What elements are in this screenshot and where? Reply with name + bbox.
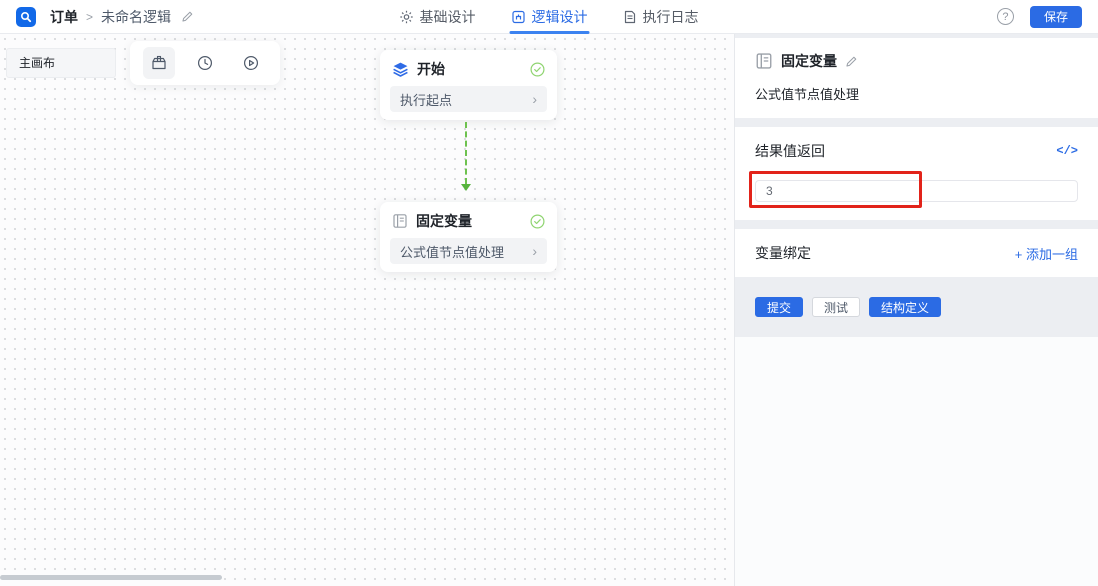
node-item-formula-value[interactable]: 公式值节点值处理 › bbox=[390, 238, 547, 264]
edit-node-name-icon[interactable] bbox=[845, 55, 858, 68]
arrow-down-icon bbox=[461, 184, 471, 191]
result-value-input[interactable] bbox=[755, 180, 1078, 202]
panel-subtitle: 公式值节点值处理 bbox=[755, 84, 1078, 103]
panel-title: 固定变量 bbox=[781, 51, 837, 71]
breadcrumb-separator: > bbox=[86, 10, 93, 24]
layers-icon bbox=[392, 61, 409, 78]
save-button[interactable]: 保存 bbox=[1030, 6, 1082, 28]
chevron-right-icon: › bbox=[532, 91, 537, 107]
top-bar: 订单 > 未命名逻辑 bbox=[0, 0, 1098, 34]
design-tabs: 基础设计 逻辑设计 执行日志 bbox=[400, 0, 699, 34]
tab-label: 基础设计 bbox=[420, 7, 476, 27]
variable-binding-card: 变量绑定 + 添加一组 bbox=[735, 229, 1098, 277]
result-value-card: 结果值返回 </> bbox=[735, 127, 1098, 220]
test-button[interactable]: 测试 bbox=[812, 297, 860, 317]
flow-canvas[interactable]: 主画布 bbox=[0, 34, 734, 586]
tab-basic-design[interactable]: 基础设计 bbox=[400, 0, 476, 34]
app-logo-icon[interactable] bbox=[16, 7, 36, 27]
run-button[interactable] bbox=[235, 47, 267, 79]
brand: 订单 > 未命名逻辑 bbox=[16, 7, 194, 27]
gear-icon bbox=[400, 10, 414, 24]
logic-design-icon bbox=[512, 10, 526, 24]
panel-empty-area bbox=[735, 337, 1098, 586]
canvas-toolbar bbox=[130, 41, 280, 85]
node-start[interactable]: 开始 执行起点 › bbox=[380, 50, 557, 120]
breadcrumb-root[interactable]: 订单 bbox=[50, 7, 78, 27]
connector-line bbox=[465, 122, 467, 184]
tab-logic-design[interactable]: 逻辑设计 bbox=[512, 0, 588, 34]
panel-header-card: 固定变量 公式值节点值处理 bbox=[735, 38, 1098, 118]
play-icon bbox=[242, 54, 260, 72]
panel-actions: 提交 测试 结构定义 bbox=[735, 277, 1098, 337]
flow-connector bbox=[465, 122, 467, 192]
code-icon[interactable]: </> bbox=[1056, 144, 1078, 158]
node-item-label: 公式值节点值处理 bbox=[400, 242, 504, 261]
node-title: 固定变量 bbox=[416, 211, 522, 231]
tab-label: 逻辑设计 bbox=[532, 7, 588, 27]
check-circle-icon bbox=[530, 62, 545, 77]
panel-gap bbox=[735, 118, 1098, 127]
package-icon bbox=[150, 54, 168, 72]
notebook-icon bbox=[392, 213, 408, 229]
result-section-title: 结果值返回 bbox=[755, 141, 1056, 161]
binding-section-title: 变量绑定 bbox=[755, 243, 1015, 263]
node-item-execution-start[interactable]: 执行起点 › bbox=[390, 86, 547, 112]
package-button[interactable] bbox=[143, 47, 175, 79]
tab-execution-log[interactable]: 执行日志 bbox=[624, 0, 699, 34]
breadcrumb: 订单 > 未命名逻辑 bbox=[50, 7, 194, 27]
history-button[interactable] bbox=[189, 47, 221, 79]
tab-label: 执行日志 bbox=[643, 7, 699, 27]
help-icon[interactable]: ? bbox=[997, 8, 1014, 25]
chevron-right-icon: › bbox=[532, 243, 537, 259]
breadcrumb-current: 未命名逻辑 bbox=[101, 7, 171, 27]
add-group-link[interactable]: + 添加一组 bbox=[1015, 244, 1078, 263]
main-canvas-tab[interactable]: 主画布 bbox=[6, 48, 116, 78]
structure-define-button[interactable]: 结构定义 bbox=[869, 297, 941, 317]
submit-button[interactable]: 提交 bbox=[755, 297, 803, 317]
check-circle-icon bbox=[530, 214, 545, 229]
log-icon bbox=[624, 10, 637, 24]
node-fixed-variable[interactable]: 固定变量 公式值节点值处理 › bbox=[380, 202, 557, 272]
edit-title-icon[interactable] bbox=[181, 10, 194, 23]
panel-gap bbox=[735, 220, 1098, 229]
horizontal-scrollbar[interactable] bbox=[0, 575, 222, 580]
node-title: 开始 bbox=[417, 59, 522, 79]
node-item-label: 执行起点 bbox=[400, 90, 452, 109]
clock-icon bbox=[196, 54, 214, 72]
notebook-icon bbox=[755, 52, 773, 70]
properties-panel: 固定变量 公式值节点值处理 结果值返回 </> 变量绑定 bbox=[734, 34, 1098, 586]
